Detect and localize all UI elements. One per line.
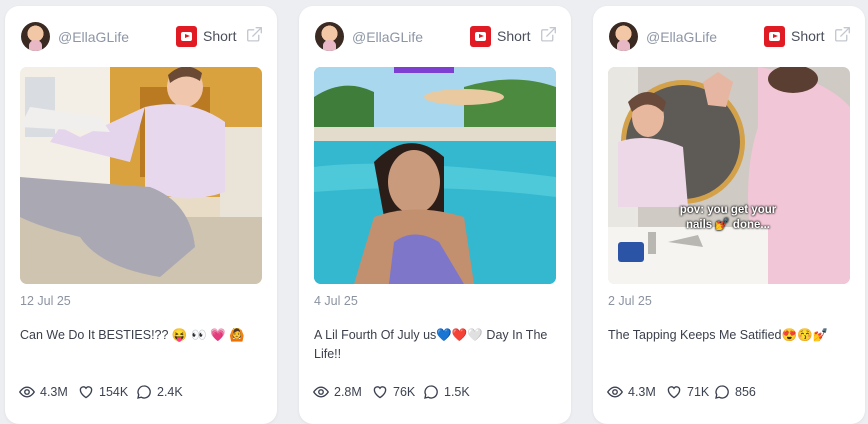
card-header: @EllaGLife Short [315,22,557,52]
content-type-label: Short [203,28,237,44]
likes-count: 154K [99,385,129,399]
post-date: 4 Jul 25 [314,294,358,308]
content-type-label: Short [497,28,531,44]
post-date: 2 Jul 25 [608,294,652,308]
views-stat: 4.3M [19,382,79,402]
heart-icon [667,386,681,399]
views-count: 4.3M [40,385,68,399]
youtube-icon [764,26,785,47]
comments-stat: 856 [714,382,774,402]
eye-icon [607,386,623,398]
channel-handle[interactable]: @EllaGLife [58,29,129,45]
heart-icon [79,386,93,399]
likes-count: 76K [393,385,416,399]
external-link-icon[interactable] [834,26,851,43]
video-card[interactable]: @EllaGLife Short 12 Jul 25 Can We Do It … [5,6,277,424]
video-card[interactable]: @EllaGLife Short pov: you get your nails… [593,6,865,424]
comment-icon [424,385,438,399]
comments-count: 1.5K [444,385,470,399]
channel-handle[interactable]: @EllaGLife [646,29,717,45]
thumbnail-image [608,67,850,284]
video-title[interactable]: Can We Do It BESTIES!?? 😝 👀 💗 🙆 [20,326,260,345]
avatar[interactable] [21,22,50,51]
comments-count: 856 [735,385,756,399]
youtube-icon [176,26,197,47]
card-header: @EllaGLife Short [21,22,263,52]
video-thumbnail[interactable]: pov: you get your nails 💅 done... [608,67,850,284]
video-card[interactable]: @EllaGLife Short 4 Jul 25 A Lil Fourth O… [299,6,571,424]
thumbnail-image [20,67,262,284]
views-stat: 2.8M [313,382,373,402]
comments-stat: 1.5K [423,382,483,402]
views-count: 4.3M [628,385,656,399]
comment-icon [137,385,151,399]
card-header: @EllaGLife Short [609,22,851,52]
eye-icon [313,386,329,398]
views-stat: 4.3M [607,382,667,402]
external-link-icon[interactable] [540,26,557,43]
youtube-icon [470,26,491,47]
likes-stat: 154K [78,382,138,402]
content-type-label: Short [791,28,825,44]
comment-icon [715,385,729,399]
video-title[interactable]: A Lil Fourth Of July us💙❤️🤍 Day In The L… [314,326,554,364]
avatar[interactable] [315,22,344,51]
video-thumbnail[interactable] [20,67,262,284]
heart-icon [373,386,387,399]
external-link-icon[interactable] [246,26,263,43]
views-count: 2.8M [334,385,362,399]
comments-count: 2.4K [157,385,183,399]
post-date: 12 Jul 25 [20,294,71,308]
video-thumbnail[interactable] [314,67,556,284]
likes-count: 71K [687,385,710,399]
eye-icon [19,386,35,398]
thumbnail-caption: pov: you get your nails 💅 done... [679,204,777,231]
avatar[interactable] [609,22,638,51]
thumbnail-image [314,67,556,284]
comments-stat: 2.4K [136,382,196,402]
video-title[interactable]: The Tapping Keeps Me Satified😍😚💅 [608,326,848,345]
channel-handle[interactable]: @EllaGLife [352,29,423,45]
